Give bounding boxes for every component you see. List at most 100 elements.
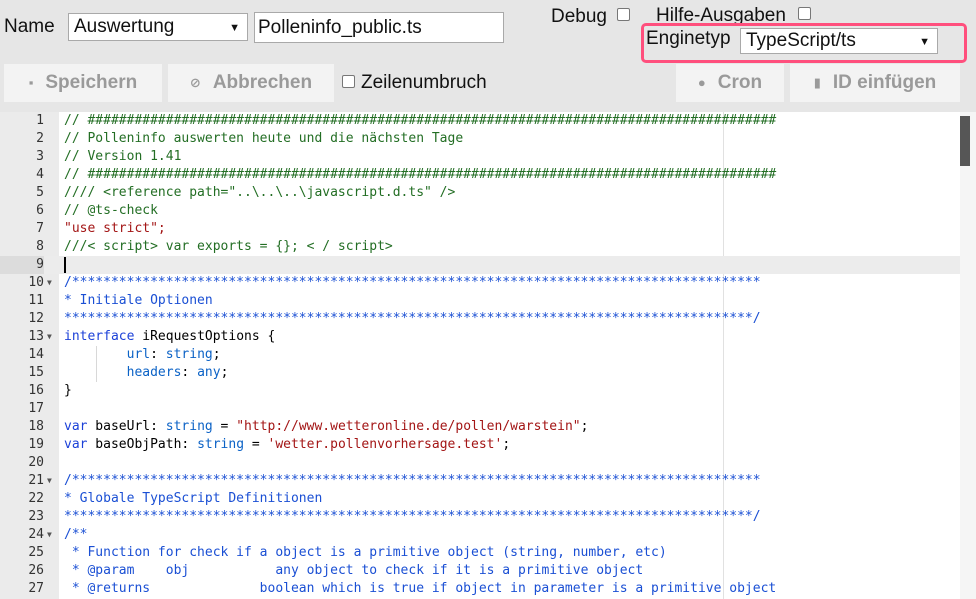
- active-code-line[interactable]: 9: [0, 256, 960, 274]
- line-number: 7: [36, 221, 44, 236]
- engine-type-select-value: TypeScript/ts: [746, 30, 856, 51]
- code-text: * @param obj any object to check if it i…: [64, 562, 643, 580]
- insert-id-button[interactable]: ▮ ID einfügen: [790, 64, 960, 102]
- dropdown-arrow-icon: ▼: [919, 36, 930, 48]
- save-icon: ▪: [28, 75, 34, 90]
- code-line[interactable]: 17: [0, 400, 960, 418]
- code-line[interactable]: 22 * Globale TypeScript Definitionen: [0, 490, 960, 508]
- cron-button-label: Cron: [717, 72, 763, 93]
- line-number: 16: [28, 383, 44, 398]
- line-number: 11: [28, 293, 44, 308]
- code-text: /**: [64, 527, 88, 542]
- code-text: * Initiale Optionen: [64, 293, 213, 308]
- code-line[interactable]: 13 ▼ interface iRequestOptions {: [0, 328, 960, 346]
- code-line[interactable]: 18 var baseUrl: string = "http://www.wett…: [0, 418, 960, 436]
- toolbar: Name Auswertung ▼ Polleninfo_public.ts D…: [0, 0, 976, 112]
- code-line[interactable]: 11 * Initiale Optionen: [0, 292, 960, 310]
- line-number: 18: [28, 419, 44, 434]
- engine-type-label: Enginetyp: [646, 28, 731, 49]
- filename-input[interactable]: Polleninfo_public.ts: [254, 12, 504, 43]
- line-number: 9: [0, 256, 44, 274]
- line-number: 6: [36, 203, 44, 218]
- type-name: string: [197, 437, 245, 452]
- code-text: // @ts-check: [64, 203, 158, 218]
- line-number: 20: [28, 455, 44, 470]
- line-number: 19: [28, 437, 44, 452]
- line-number: 2: [36, 131, 44, 146]
- type-name: string: [165, 419, 213, 434]
- code-line[interactable]: 6 // @ts-check: [0, 202, 960, 220]
- code-text: // Polleninfo auswerten heute und die nä…: [64, 131, 464, 146]
- vertical-scrollbar[interactable]: [960, 112, 976, 599]
- doc-tag: * @param: [64, 563, 135, 578]
- code-line[interactable]: 10 ▼ /************************************…: [0, 274, 960, 292]
- engine-type-select[interactable]: TypeScript/ts ▼: [740, 28, 938, 54]
- code-line[interactable]: 4 // ####################################…: [0, 166, 960, 184]
- debug-checkbox[interactable]: [617, 8, 630, 21]
- name-select[interactable]: Auswertung ▼: [68, 13, 248, 41]
- line-number: 5: [36, 185, 44, 200]
- code-text: var baseObjPath: string = 'wetter.pollen…: [64, 437, 511, 452]
- code-text: /***************************************…: [64, 473, 761, 488]
- code-line[interactable]: 7 "use strict";: [0, 220, 960, 238]
- code-text: // #####################################…: [64, 167, 777, 182]
- line-wrap-checkbox[interactable]: [342, 75, 355, 88]
- code-line[interactable]: 25 * Function for check if a object is a…: [0, 544, 960, 562]
- code-text: ///< script> var exports = {}; < / scrip…: [64, 239, 393, 254]
- doc-text: boolean which is true if object in param…: [150, 581, 777, 596]
- keyword: var: [64, 437, 88, 452]
- fold-arrow-icon[interactable]: ▼: [47, 526, 52, 544]
- code-line[interactable]: 1 // ####################################…: [0, 112, 960, 130]
- scrollbar-thumb[interactable]: [960, 116, 970, 166]
- fold-arrow-icon[interactable]: ▼: [47, 472, 52, 490]
- code-line[interactable]: 3 // Version 1.41: [0, 148, 960, 166]
- doc-text: obj any object to check if it is a primi…: [134, 563, 644, 578]
- identifier: iRequestOptions {: [134, 329, 276, 344]
- code-line[interactable]: 19 var baseObjPath: string = 'wetter.poll…: [0, 436, 960, 454]
- code-line[interactable]: 23 **************************************…: [0, 508, 960, 526]
- type-name: string: [165, 347, 213, 362]
- code-line[interactable]: 24 ▼ /**: [0, 526, 960, 544]
- name-label: Name: [4, 16, 55, 37]
- code-text: var baseUrl: string = "http://www.wetter…: [64, 419, 589, 434]
- code-editor[interactable]: 1 // ####################################…: [0, 112, 976, 599]
- clock-icon: ●: [697, 75, 706, 90]
- fold-arrow-icon[interactable]: ▼: [47, 274, 52, 292]
- fold-arrow-icon[interactable]: ▼: [47, 328, 52, 346]
- line-wrap-label: Zeilenumbruch: [361, 72, 487, 93]
- cron-button[interactable]: ● Cron: [676, 64, 784, 102]
- line-number: 14: [28, 347, 44, 362]
- code-line[interactable]: 15 headers: any;: [0, 364, 960, 382]
- code-line[interactable]: 27 * @returns boolean which is true if o…: [0, 580, 960, 598]
- code-line[interactable]: 21 ▼ /************************************…: [0, 472, 960, 490]
- code-line[interactable]: 2 // Polleninfo auswerten heute und die n…: [0, 130, 960, 148]
- code-text: headers: any;: [126, 365, 229, 380]
- cancel-button[interactable]: ⊘ Abbrechen: [168, 64, 334, 102]
- line-number: 23: [28, 509, 44, 524]
- code-line[interactable]: 5 //// <reference path="..\..\..\javascri…: [0, 184, 960, 202]
- code-text: * Function for check if a object is a pr…: [64, 545, 667, 560]
- type-name: any: [197, 365, 221, 380]
- doc-tag: * @returns: [64, 581, 151, 596]
- property-name: url: [126, 347, 151, 362]
- line-number: 4: [36, 167, 44, 182]
- code-text: "use strict";: [64, 221, 166, 236]
- code-line[interactable]: 8 ///< script> var exports = {}; < / scri…: [0, 238, 960, 256]
- code-line[interactable]: 20: [0, 454, 960, 472]
- code-line[interactable]: 16}: [0, 382, 960, 400]
- code-text: }: [64, 383, 72, 398]
- line-wrap-toggle[interactable]: Zeilenumbruch: [342, 72, 487, 94]
- line-number: 1: [36, 113, 44, 128]
- hilfe-ausgaben-checkbox[interactable]: [798, 7, 811, 20]
- code-text: * @returns boolean which is true if obje…: [64, 580, 776, 598]
- line-number: 27: [28, 581, 44, 596]
- save-button[interactable]: ▪ Speichern: [4, 64, 162, 102]
- property-name: headers: [126, 365, 182, 380]
- code-text: //// <reference path="..\..\..\javascrip…: [64, 185, 456, 200]
- code-line[interactable]: 26 * @param obj any object to check if i…: [0, 562, 960, 580]
- code-text: // Version 1.41: [64, 149, 182, 164]
- code-line[interactable]: 14 url: string;: [0, 346, 960, 364]
- line-number: 17: [28, 401, 44, 416]
- code-line[interactable]: 12 **************************************…: [0, 310, 960, 328]
- line-number: 21: [28, 473, 44, 488]
